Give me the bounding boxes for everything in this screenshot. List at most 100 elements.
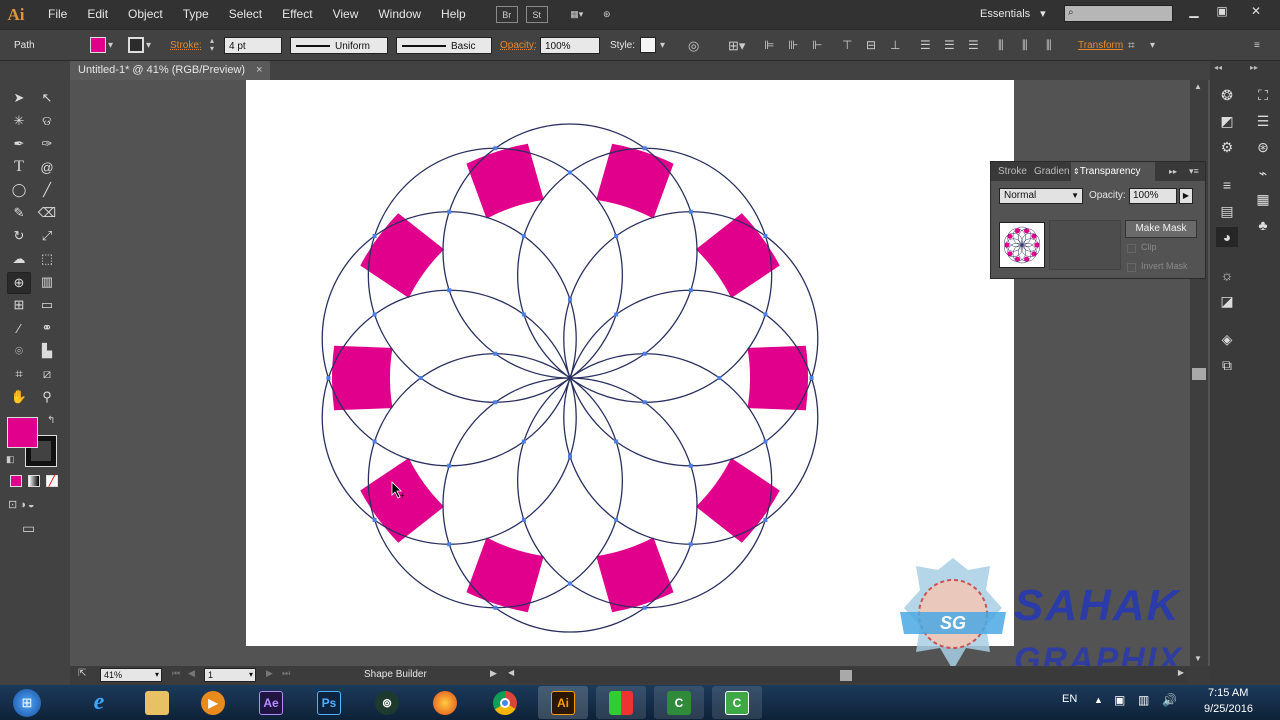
- opacity-field[interactable]: 100%: [540, 37, 600, 54]
- swap-fill-stroke-icon[interactable]: ↰: [47, 415, 55, 426]
- artboard-number-field[interactable]: 1 ▾: [204, 668, 256, 682]
- search-input[interactable]: ⌕: [1064, 5, 1173, 22]
- taskbar-camtasia-recorder[interactable]: ⊚: [362, 686, 412, 719]
- panel-menu-icon[interactable]: ≡: [1254, 37, 1260, 54]
- anchor-point[interactable]: [568, 170, 572, 175]
- taskbar-illustrator[interactable]: Ai: [538, 686, 588, 719]
- petal-fill[interactable]: [747, 345, 808, 411]
- anchor-point[interactable]: [372, 439, 377, 444]
- align-right-icon[interactable]: ⊩: [812, 37, 822, 54]
- menu-file[interactable]: File: [38, 0, 77, 29]
- fill-color-swatch[interactable]: [7, 417, 38, 448]
- petal-fill[interactable]: [466, 537, 544, 613]
- scale-tool-icon[interactable]: ⤢: [37, 227, 57, 245]
- warp-tool-icon[interactable]: ☁: [9, 250, 29, 268]
- align-left-icon[interactable]: ⊫: [764, 37, 774, 54]
- anchor-point[interactable]: [763, 234, 768, 239]
- petal-fill[interactable]: [360, 457, 445, 543]
- gpu-performance-icon[interactable]: ⊛: [596, 6, 618, 23]
- anchor-point[interactable]: [614, 517, 619, 522]
- layers-icon[interactable]: ◈: [1218, 331, 1236, 347]
- screen-mode-icon[interactable]: ▭: [22, 520, 35, 537]
- anchor-point[interactable]: [447, 463, 452, 468]
- symbols-icon[interactable]: ♣: [1254, 217, 1272, 233]
- invert-mask-checkbox[interactable]: [1127, 263, 1136, 272]
- menu-window[interactable]: Window: [368, 0, 431, 29]
- anchor-point[interactable]: [763, 312, 768, 317]
- color-mode-icon[interactable]: [10, 475, 22, 487]
- anchor-point[interactable]: [493, 605, 498, 610]
- status-menu-icon[interactable]: ▶: [490, 668, 497, 679]
- distribute-hcenter-icon[interactable]: ⫼: [1022, 37, 1028, 54]
- chart-tool-icon[interactable]: ▥: [37, 273, 57, 291]
- selection-tool-icon[interactable]: ➤: [9, 89, 29, 107]
- direct-selection-tool-icon[interactable]: ↖: [37, 89, 57, 107]
- graphic-styles-icon[interactable]: ◪: [1218, 293, 1236, 309]
- anchor-point[interactable]: [418, 376, 423, 380]
- taskbar-media-player[interactable]: ▶: [188, 686, 238, 719]
- stroke-panel-icon[interactable]: ≡: [1218, 177, 1236, 193]
- gradient-mode-icon[interactable]: [28, 475, 40, 487]
- anchor-point[interactable]: [688, 463, 693, 468]
- panel-collapse-icon[interactable]: ▸▸: [1169, 162, 1177, 181]
- petal-fill[interactable]: [331, 345, 393, 411]
- scroll-right-icon[interactable]: ▶: [1178, 668, 1184, 677]
- anchor-point[interactable]: [372, 517, 377, 522]
- tray-up-arrow-icon[interactable]: ▲: [1094, 695, 1103, 705]
- anchor-point[interactable]: [614, 439, 619, 444]
- opacity-label[interactable]: Opacity:: [500, 37, 537, 54]
- dock-collapse-icon[interactable]: ◂◂: [1214, 63, 1222, 72]
- anchor-point[interactable]: [642, 351, 647, 356]
- petal-fill[interactable]: [695, 213, 780, 299]
- stroke-dropdown-icon[interactable]: ▾: [146, 37, 151, 54]
- stroke-swatch[interactable]: [128, 37, 144, 53]
- taskbar-file-explorer[interactable]: [132, 686, 182, 719]
- tab-transparency[interactable]: ⇕Transparency: [1071, 162, 1155, 181]
- artboards-panel-icon[interactable]: ⧉: [1218, 357, 1236, 373]
- stroke-weight-field[interactable]: 4 pt: [224, 37, 282, 54]
- drawing-modes-icon[interactable]: ⊡◑◒: [8, 498, 37, 511]
- outline-circle[interactable]: [321, 211, 577, 467]
- anchor-point[interactable]: [763, 517, 768, 522]
- lasso-tool-icon[interactable]: ଡ: [37, 112, 57, 130]
- anchor-point[interactable]: [568, 454, 572, 459]
- anchor-point[interactable]: [493, 400, 498, 405]
- curvature-tool-icon[interactable]: ✑: [37, 135, 57, 153]
- anchor-point[interactable]: [688, 288, 693, 293]
- column-graph-tool-icon[interactable]: ▙: [37, 342, 57, 360]
- rotate-tool-icon[interactable]: ↻: [9, 227, 29, 245]
- type-tool-icon[interactable]: T: [9, 158, 29, 176]
- tray-network-icon[interactable]: ▥: [1138, 693, 1149, 707]
- menu-effect[interactable]: Effect: [272, 0, 322, 29]
- anchor-point[interactable]: [372, 234, 377, 239]
- blend-mode-dropdown[interactable]: Normal ▼: [999, 188, 1083, 204]
- petal-fill[interactable]: [360, 213, 445, 299]
- fill-dropdown-icon[interactable]: ▾: [108, 37, 113, 54]
- anchor-point[interactable]: [447, 542, 452, 547]
- artwork-thumbnail[interactable]: [999, 222, 1045, 268]
- menu-edit[interactable]: Edit: [77, 0, 118, 29]
- properties-icon[interactable]: ☰: [1254, 113, 1272, 129]
- anchor-point[interactable]: [614, 234, 619, 239]
- mesh-tool-icon[interactable]: ⊞: [9, 296, 29, 314]
- menu-type[interactable]: Type: [173, 0, 219, 29]
- make-mask-button[interactable]: Make Mask: [1125, 220, 1197, 238]
- taskbar-camtasia[interactable]: C: [712, 686, 762, 719]
- ellipse-tool-icon[interactable]: ◯: [9, 181, 29, 199]
- distribute-center-icon[interactable]: ☰: [944, 37, 955, 54]
- taskbar-app[interactable]: [596, 686, 646, 719]
- maximize-button[interactable]: ▣: [1208, 3, 1236, 19]
- petal-fill[interactable]: [466, 143, 544, 219]
- menu-help[interactable]: Help: [431, 0, 476, 29]
- anchor-point[interactable]: [809, 376, 814, 380]
- bridge-button[interactable]: Br: [495, 6, 518, 23]
- links-icon[interactable]: ⚙: [1218, 139, 1236, 155]
- stroke-label[interactable]: Stroke:: [170, 37, 202, 54]
- anchor-point[interactable]: [688, 542, 693, 547]
- dock-collapse-icon-2[interactable]: ▸▸: [1250, 63, 1258, 72]
- outline-circle[interactable]: [563, 211, 819, 467]
- swatches-icon[interactable]: ▦: [1254, 191, 1272, 207]
- close-window-button[interactable]: ✕: [1242, 3, 1270, 19]
- magic-wand-tool-icon[interactable]: ✳: [9, 112, 29, 130]
- outline-circle[interactable]: [321, 289, 577, 545]
